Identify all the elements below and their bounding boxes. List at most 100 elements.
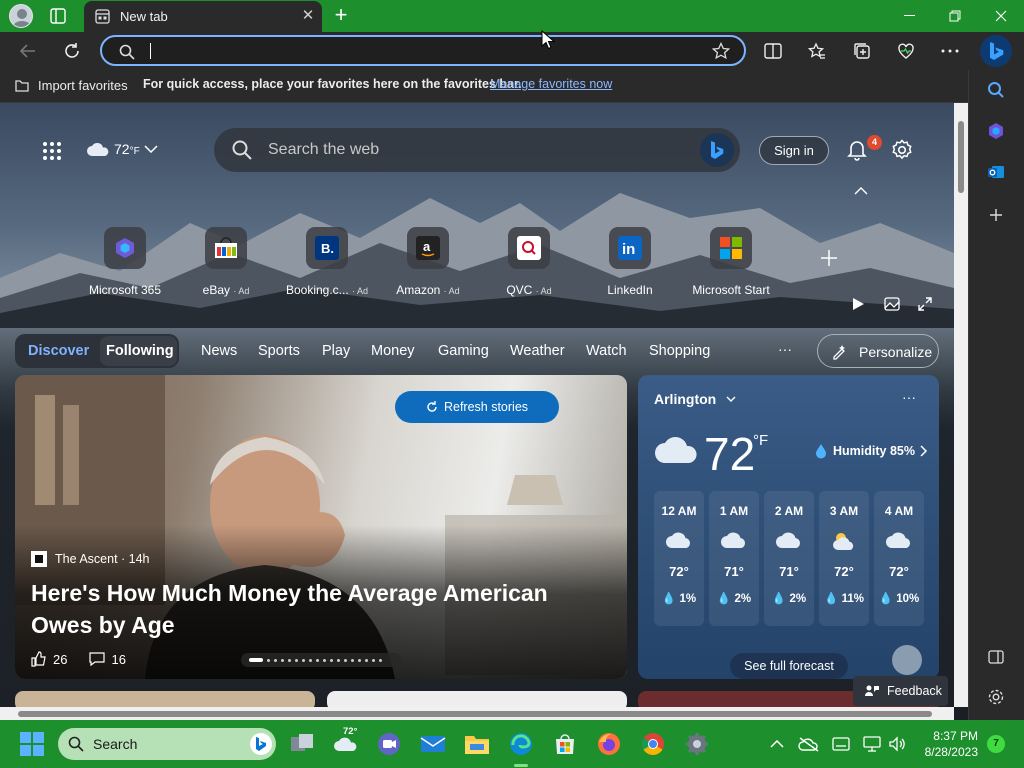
hourly-item[interactable]: 1 AM 71° 💧 2% bbox=[709, 491, 759, 626]
favorite-star-icon[interactable] bbox=[712, 42, 730, 60]
bing-chat-icon[interactable] bbox=[980, 35, 1012, 67]
favorites-icon[interactable] bbox=[806, 40, 828, 62]
tab-play[interactable]: Play bbox=[322, 343, 350, 359]
restore-button[interactable] bbox=[932, 0, 978, 32]
page-settings-gear-icon[interactable] bbox=[891, 139, 913, 161]
tab-discover[interactable]: Discover bbox=[28, 343, 89, 359]
network-icon[interactable] bbox=[859, 731, 885, 757]
copilot-icon[interactable] bbox=[985, 120, 1007, 142]
hide-sidebar-icon[interactable] bbox=[985, 646, 1007, 668]
hero-story-card[interactable]: Refresh stories The Ascent · 14h Here's … bbox=[15, 375, 627, 679]
tab-shopping[interactable]: Shopping bbox=[649, 343, 710, 359]
back-arrow-icon[interactable] bbox=[17, 40, 39, 62]
hourly-item[interactable]: 3 AM 72° 💧 11% bbox=[819, 491, 869, 626]
quick-link-microsoft365[interactable]: Microsoft 365 bbox=[80, 227, 170, 297]
horizontal-scrollbar[interactable] bbox=[0, 707, 954, 720]
taskbar-clock[interactable]: 8:37 PM 8/28/2023 bbox=[918, 728, 978, 760]
chrome-icon[interactable] bbox=[640, 731, 666, 757]
tab-close-icon[interactable]: ✕ bbox=[300, 8, 316, 24]
vertical-tabs-icon[interactable] bbox=[50, 8, 66, 24]
chevron-up-icon[interactable] bbox=[854, 187, 868, 195]
settings-gear-icon[interactable] bbox=[684, 731, 710, 757]
mail-icon[interactable] bbox=[420, 731, 446, 757]
expand-icon[interactable] bbox=[918, 297, 932, 311]
volume-icon[interactable] bbox=[884, 731, 910, 757]
refresh-stories-button[interactable]: Refresh stories bbox=[395, 391, 559, 423]
weather-location-selector[interactable]: Arlington bbox=[654, 391, 736, 407]
refresh-icon[interactable] bbox=[61, 40, 83, 62]
hourly-item[interactable]: 12 AM 72° 💧 1% bbox=[654, 491, 704, 626]
carousel-indicator[interactable] bbox=[241, 653, 401, 667]
browser-essentials-icon[interactable] bbox=[895, 40, 917, 62]
chevron-up-icon[interactable] bbox=[764, 731, 790, 757]
quick-link-qvc[interactable]: QVC · Ad bbox=[484, 227, 574, 297]
taskbar-search-box[interactable]: Search bbox=[58, 728, 276, 760]
tab-sports[interactable]: Sports bbox=[258, 343, 300, 359]
tab-news[interactable]: News bbox=[201, 343, 237, 359]
address-bar[interactable] bbox=[100, 35, 746, 66]
outlook-icon[interactable] bbox=[985, 161, 1007, 183]
sidebar-settings-icon[interactable] bbox=[985, 686, 1007, 708]
file-explorer-icon[interactable] bbox=[464, 731, 490, 757]
web-search-box[interactable]: Search the web bbox=[214, 128, 740, 172]
quick-link-booking[interactable]: B. Booking.c... · Ad bbox=[282, 227, 372, 297]
quick-link-amazon[interactable]: a Amazon · Ad bbox=[383, 227, 473, 297]
collections-icon[interactable] bbox=[851, 40, 873, 62]
weather-map-thumbnail[interactable] bbox=[892, 645, 922, 675]
quick-link-ebay[interactable]: eBay · Ad bbox=[181, 227, 271, 297]
feedback-button[interactable]: Feedback bbox=[853, 676, 948, 706]
new-tab-button[interactable]: + bbox=[331, 4, 351, 26]
tab-money[interactable]: Money bbox=[371, 343, 415, 359]
story-headline[interactable]: Here's How Much Money the Average Americ… bbox=[31, 577, 571, 641]
split-screen-icon[interactable] bbox=[762, 40, 784, 62]
vertical-scrollbar[interactable] bbox=[954, 103, 968, 707]
notification-center-badge[interactable]: 7 bbox=[987, 735, 1005, 753]
firefox-icon[interactable] bbox=[596, 731, 622, 757]
comment-icon[interactable] bbox=[89, 651, 106, 667]
edge-browser-icon[interactable] bbox=[508, 731, 534, 757]
quick-link-microsoft-start[interactable]: Microsoft Start bbox=[686, 227, 776, 297]
add-quick-link-icon[interactable] bbox=[820, 249, 838, 267]
thumbs-up-icon[interactable] bbox=[31, 651, 47, 667]
microsoft-store-icon[interactable] bbox=[552, 731, 578, 757]
manage-favorites-link[interactable]: Manage favorites now bbox=[490, 77, 612, 91]
windows-start-icon[interactable] bbox=[19, 731, 45, 757]
quick-link-label: Microsoft Start bbox=[692, 283, 770, 297]
see-full-forecast-button[interactable]: See full forecast bbox=[730, 653, 848, 679]
tab-gaming[interactable]: Gaming bbox=[438, 343, 489, 359]
search-icon bbox=[232, 140, 252, 160]
sign-in-button[interactable]: Sign in bbox=[759, 136, 829, 165]
import-favorites-button[interactable]: Import favorites bbox=[14, 77, 128, 93]
weather-card[interactable]: Arlington ··· 72 °F Humidity 85% 12 AM 7… bbox=[638, 375, 939, 679]
close-window-button[interactable] bbox=[978, 0, 1024, 32]
hourly-item[interactable]: 2 AM 71° 💧 2% bbox=[764, 491, 814, 626]
teams-chat-icon[interactable] bbox=[376, 731, 402, 757]
humidity-button[interactable]: Humidity 85% bbox=[814, 443, 928, 459]
play-background-icon[interactable] bbox=[851, 297, 865, 311]
task-view-icon[interactable] bbox=[289, 731, 315, 757]
tab-new-tab[interactable]: New tab ✕ bbox=[84, 1, 322, 32]
add-sidebar-app-icon[interactable] bbox=[985, 204, 1007, 226]
weather-more-options-icon[interactable]: ··· bbox=[902, 389, 916, 405]
personalize-button[interactable]: Personalize bbox=[817, 334, 939, 368]
tab-weather[interactable]: Weather bbox=[510, 343, 565, 359]
story-source[interactable]: The Ascent · 14h bbox=[31, 551, 150, 567]
notifications-bell-icon[interactable] bbox=[846, 139, 868, 161]
quick-link-linkedin[interactable]: in LinkedIn bbox=[585, 227, 675, 297]
background-info-icon[interactable] bbox=[884, 297, 900, 311]
apps-launcher-icon[interactable] bbox=[42, 141, 62, 161]
hourly-item[interactable]: 4 AM 72° 💧 10% bbox=[874, 491, 924, 626]
onedrive-icon[interactable] bbox=[796, 731, 822, 757]
search-icon[interactable] bbox=[985, 79, 1007, 101]
weather-widget-button[interactable]: 72°F bbox=[86, 141, 158, 157]
minimize-button[interactable] bbox=[886, 0, 932, 32]
bing-icon[interactable] bbox=[700, 133, 734, 167]
keyboard-icon[interactable] bbox=[828, 731, 854, 757]
more-categories-button[interactable]: ··· bbox=[778, 341, 792, 357]
profile-avatar[interactable] bbox=[9, 4, 33, 28]
svg-text:in: in bbox=[622, 241, 635, 258]
tab-following[interactable]: Following bbox=[106, 343, 174, 359]
settings-more-icon[interactable] bbox=[939, 40, 961, 62]
the-ascent-logo-icon bbox=[31, 551, 47, 567]
tab-watch[interactable]: Watch bbox=[586, 343, 627, 359]
